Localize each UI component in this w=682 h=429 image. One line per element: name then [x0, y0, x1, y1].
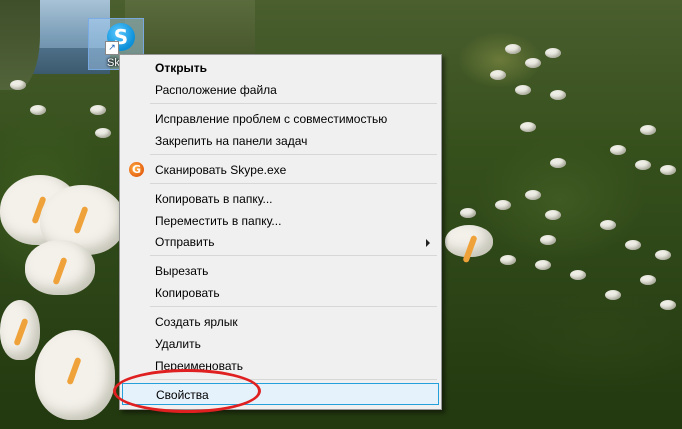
context-menu: Открыть Расположение файла Исправление п…: [119, 54, 442, 410]
wallpaper-lily-small: [525, 190, 541, 200]
wallpaper-lily-small: [525, 58, 541, 68]
menu-item-label: Создать ярлык: [155, 315, 238, 329]
wallpaper-hill: [125, 0, 255, 55]
menu-item-label: Удалить: [155, 337, 201, 351]
annotation-highlight-ellipse: [113, 369, 261, 413]
wallpaper-lily-small: [10, 80, 26, 90]
menu-item-delete[interactable]: Удалить: [122, 333, 439, 355]
menu-item-label: Открыть: [155, 61, 208, 75]
wallpaper-lily-small: [515, 85, 531, 95]
menu-separator: [150, 183, 437, 184]
wallpaper-lily-small: [520, 122, 536, 132]
wallpaper-lily-small: [90, 105, 106, 115]
wallpaper-lily-small: [505, 44, 521, 54]
menu-item-label: Закрепить на панели задач: [155, 134, 308, 148]
menu-item-label: Переместить в папку...: [155, 214, 282, 228]
wallpaper-cliff: [0, 0, 40, 90]
wallpaper-lily-small: [660, 165, 676, 175]
wallpaper-lily-small: [640, 125, 656, 135]
wallpaper-lily-small: [655, 250, 671, 260]
menu-item-move-to-folder[interactable]: Переместить в папку...: [122, 210, 439, 232]
wallpaper-lily-small: [605, 290, 621, 300]
menu-item-label: Копировать в папку...: [155, 192, 273, 206]
wallpaper-lily: [35, 330, 115, 420]
menu-item-label: Копировать: [155, 286, 220, 300]
wallpaper-lily: [0, 300, 40, 360]
wallpaper-lily-small: [500, 255, 516, 265]
menu-item-label: Вырезать: [155, 264, 209, 278]
menu-item-troubleshoot-compatibility[interactable]: Исправление проблем с совместимостью: [122, 108, 439, 130]
desktop-icon-label: Sk: [107, 57, 120, 69]
antivirus-scan-icon: G: [129, 162, 144, 177]
wallpaper-lily-small: [550, 90, 566, 100]
wallpaper-lily-small: [625, 240, 641, 250]
menu-item-label: Расположение файла: [155, 83, 277, 97]
wallpaper-lily-small: [600, 220, 616, 230]
menu-item-create-shortcut[interactable]: Создать ярлык: [122, 311, 439, 333]
submenu-arrow-icon: [426, 239, 430, 247]
menu-separator: [150, 103, 437, 104]
menu-separator: [150, 306, 437, 307]
wallpaper-lily: [445, 225, 493, 257]
wallpaper-lily-small: [550, 158, 566, 168]
menu-item-copy-to-folder[interactable]: Копировать в папку...: [122, 188, 439, 210]
wallpaper-lily-small: [490, 70, 506, 80]
wallpaper-lily-small: [535, 260, 551, 270]
wallpaper-lily: [25, 240, 95, 295]
wallpaper-lily-small: [95, 128, 111, 138]
wallpaper-lily-small: [30, 105, 46, 115]
menu-separator: [150, 154, 437, 155]
menu-item-label: Исправление проблем с совместимостью: [155, 112, 388, 126]
wallpaper-lily-small: [545, 48, 561, 58]
menu-item-send-to[interactable]: Отправить: [122, 231, 439, 253]
menu-item-pin-to-taskbar[interactable]: Закрепить на панели задач: [122, 130, 439, 152]
wallpaper-lily-small: [545, 210, 561, 220]
wallpaper-lily-small: [640, 275, 656, 285]
menu-separator: [150, 255, 437, 256]
menu-item-label: Отправить: [155, 235, 215, 249]
menu-item-file-location[interactable]: Расположение файла: [122, 79, 439, 101]
wallpaper-lily-small: [610, 145, 626, 155]
menu-item-cut[interactable]: Вырезать: [122, 260, 439, 282]
menu-item-open[interactable]: Открыть: [122, 57, 439, 79]
wallpaper-lily-small: [635, 160, 651, 170]
menu-item-label: Сканировать Skype.exe: [155, 163, 287, 177]
wallpaper-lily-small: [540, 235, 556, 245]
wallpaper-lily-small: [570, 270, 586, 280]
wallpaper-lily-small: [660, 300, 676, 310]
wallpaper-lily-small: [460, 208, 476, 218]
menu-item-copy[interactable]: Копировать: [122, 282, 439, 304]
wallpaper-lily-small: [495, 200, 511, 210]
menu-item-scan[interactable]: G Сканировать Skype.exe: [122, 159, 439, 181]
shortcut-arrow-icon: ↗: [105, 41, 119, 55]
